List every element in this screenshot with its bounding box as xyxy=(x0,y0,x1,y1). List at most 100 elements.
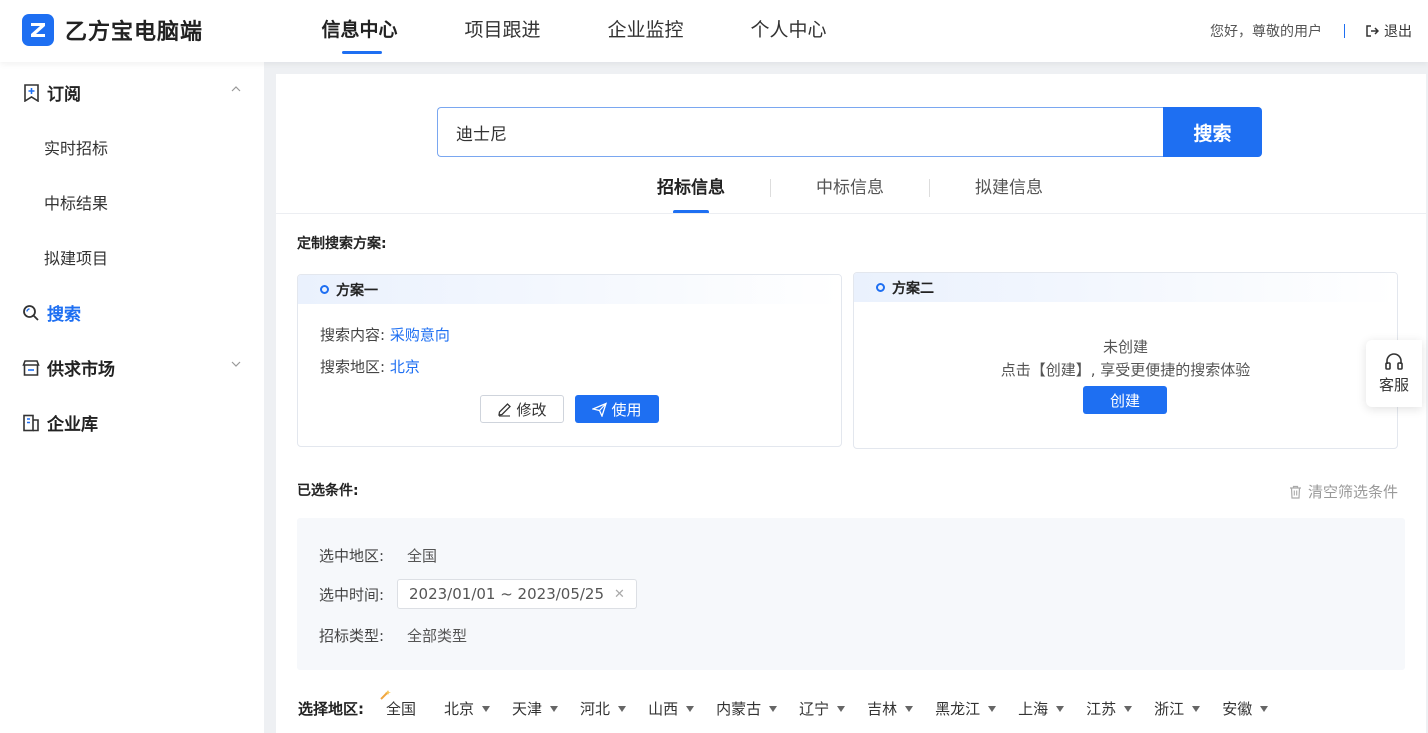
cond-region-label: 选中地区: xyxy=(319,547,385,565)
sidebar-group-label: 搜索 xyxy=(47,305,81,325)
plan-content-value[interactable]: 采购意向 xyxy=(390,326,450,344)
close-icon[interactable]: ✕ xyxy=(614,587,625,602)
nav-enterprise-monitor[interactable]: 企业监控 xyxy=(574,0,717,62)
circle-dot-icon xyxy=(320,285,329,294)
region-item[interactable]: 河北 xyxy=(580,698,627,719)
region-label: 北京 xyxy=(444,700,475,718)
plan-card-header: 方案二 xyxy=(854,273,1397,302)
region-item[interactable]: 北京 xyxy=(444,698,491,719)
caret-down-icon xyxy=(1192,705,1201,712)
sidebar-group-subscribe[interactable]: 订阅 xyxy=(22,80,244,105)
tabs-divider-line xyxy=(276,213,1426,214)
region-label: 上海 xyxy=(1018,700,1049,718)
region-item[interactable]: 全国 xyxy=(380,690,417,719)
header-user-area: 您好，尊敬的用户 退出 xyxy=(1210,0,1412,62)
main-nav: 信息中心 项目跟进 企业监控 个人中心 xyxy=(288,0,860,62)
plan-card-2: 方案二 未创建 点击【创建】, 享受更便捷的搜索体验 创建 xyxy=(853,272,1398,449)
logo-z-icon xyxy=(22,14,54,46)
search-icon xyxy=(22,304,40,322)
region-item[interactable]: 内蒙古 xyxy=(716,698,778,719)
plan-region-row: 搜索地区: 北京 xyxy=(320,356,420,377)
sidebar-item-realtime-bidding[interactable]: 实时招标 xyxy=(44,135,108,159)
region-item[interactable]: 黑龙江 xyxy=(935,698,997,719)
region-item[interactable]: 浙江 xyxy=(1154,698,1201,719)
sparkle-icon xyxy=(380,690,391,700)
sidebar-group-label: 企业库 xyxy=(47,415,98,435)
region-label: 山西 xyxy=(648,700,679,718)
search-button[interactable]: 搜索 xyxy=(1163,107,1262,157)
sidebar-group-search[interactable]: 搜索 xyxy=(22,300,244,325)
nav-info-center[interactable]: 信息中心 xyxy=(288,0,431,62)
caret-down-icon xyxy=(905,705,914,712)
cond-type-label: 招标类型: xyxy=(319,627,385,645)
use-plan-button[interactable]: 使用 xyxy=(575,395,659,423)
region-item[interactable]: 安徽 xyxy=(1222,698,1269,719)
logout-icon xyxy=(1366,25,1379,37)
caret-down-icon xyxy=(837,705,846,712)
region-item[interactable]: 山西 xyxy=(648,698,695,719)
caret-down-icon xyxy=(1260,705,1269,712)
user-greeting: 您好，尊敬的用户 xyxy=(1210,24,1322,40)
caret-down-icon xyxy=(1056,705,1065,712)
cond-time-tag: 2023/01/01 ~ 2023/05/25 ✕ xyxy=(397,579,637,609)
sidebar-item-proposed-projects[interactable]: 拟建项目 xyxy=(44,245,108,269)
sidebar-group-label: 供求市场 xyxy=(47,360,115,380)
clear-filters-label: 清空筛选条件 xyxy=(1307,483,1398,501)
edit-plan-button[interactable]: 修改 xyxy=(480,395,564,423)
headset-icon xyxy=(1385,352,1403,370)
building-icon xyxy=(22,414,40,432)
custom-plan-title: 定制搜索方案: xyxy=(297,236,387,252)
tab-winning-info[interactable]: 中标信息 xyxy=(771,176,929,200)
app-logo[interactable]: 乙方宝电脑端 xyxy=(22,14,203,46)
plan-card-1: 方案一 搜索内容: 采购意向 搜索地区: 北京 修改 使用 xyxy=(297,274,842,447)
cond-time-row: 选中时间: 2023/01/01 ~ 2023/05/25 ✕ xyxy=(319,579,637,609)
sidebar-group-label: 订阅 xyxy=(47,85,81,105)
logout-button[interactable]: 退出 xyxy=(1365,21,1412,41)
create-plan-button[interactable]: 创建 xyxy=(1083,386,1167,414)
plan-content-row: 搜索内容: 采购意向 xyxy=(320,324,450,345)
cond-region-value: 全国 xyxy=(407,547,438,565)
plan-region-value[interactable]: 北京 xyxy=(390,358,420,376)
main-panel: 搜索 招标信息 中标信息 拟建信息 定制搜索方案: 方案一 搜索内容: 采购意向… xyxy=(276,74,1426,733)
region-item[interactable]: 吉林 xyxy=(867,698,914,719)
region-item[interactable]: 天津 xyxy=(512,698,559,719)
sidebar-group-company[interactable]: 企业库 xyxy=(22,410,244,435)
search-input[interactable] xyxy=(437,107,1163,157)
edit-label: 修改 xyxy=(516,400,547,419)
clear-filters-button[interactable]: 清空筛选条件 xyxy=(1289,481,1398,502)
region-label: 浙江 xyxy=(1154,700,1185,718)
trash-icon xyxy=(1289,485,1301,499)
caret-down-icon xyxy=(988,705,997,712)
region-label: 全国 xyxy=(386,700,417,718)
selected-conditions-title: 已选条件: xyxy=(297,483,359,499)
nav-project-follow[interactable]: 项目跟进 xyxy=(431,0,574,62)
chevron-up-icon xyxy=(231,86,241,92)
pencil-icon xyxy=(498,402,512,417)
region-label: 江苏 xyxy=(1086,700,1117,718)
tab-bidding-info[interactable]: 招标信息 xyxy=(612,176,770,214)
cond-type-value: 全部类型 xyxy=(407,627,468,645)
caret-down-icon xyxy=(686,705,695,712)
plan-empty-hint: 点击【创建】, 享受更便捷的搜索体验 xyxy=(1000,361,1251,379)
region-selector: 选择地区: 全国 北京 天津 河北 山西 内蒙古 辽宁 吉林 黑龙江 上海 江苏… xyxy=(298,690,1290,719)
region-label: 天津 xyxy=(512,700,543,718)
plan-title: 方案二 xyxy=(892,280,934,297)
result-tabs: 招标信息 中标信息 拟建信息 xyxy=(612,176,1088,214)
caret-down-icon xyxy=(618,705,627,712)
cond-type-row: 招标类型: 全部类型 xyxy=(319,625,467,646)
tab-proposed-info[interactable]: 拟建信息 xyxy=(930,176,1088,200)
caret-down-icon xyxy=(482,705,491,712)
region-item[interactable]: 江苏 xyxy=(1086,698,1133,719)
region-item[interactable]: 辽宁 xyxy=(799,698,846,719)
region-label: 吉林 xyxy=(867,700,898,718)
customer-service-button[interactable]: 客服 xyxy=(1366,340,1422,407)
nav-personal-center[interactable]: 个人中心 xyxy=(717,0,860,62)
logout-label: 退出 xyxy=(1384,24,1412,40)
app-name: 乙方宝电脑端 xyxy=(65,20,204,45)
region-selector-label: 选择地区: xyxy=(298,700,364,718)
caret-down-icon xyxy=(1124,705,1133,712)
header-divider xyxy=(1344,24,1345,38)
region-item[interactable]: 上海 xyxy=(1018,698,1065,719)
sidebar-group-market[interactable]: 供求市场 xyxy=(22,355,244,380)
sidebar-item-winning-results[interactable]: 中标结果 xyxy=(44,190,108,214)
